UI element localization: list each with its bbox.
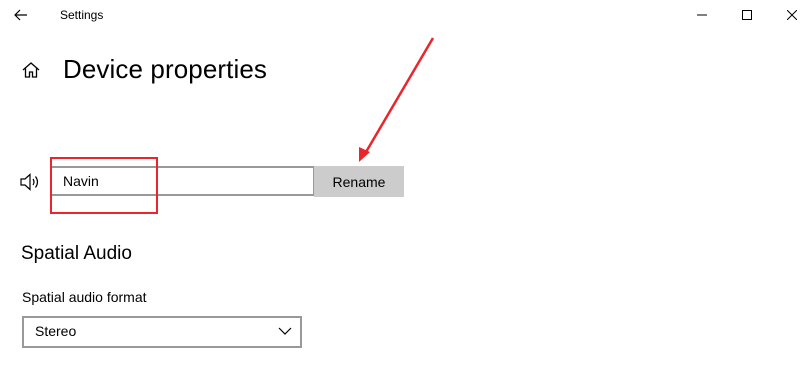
- spatial-audio-format-select[interactable]: Stereo: [22, 316, 302, 348]
- speaker-icon: [20, 172, 42, 192]
- maximize-button[interactable]: [724, 0, 770, 29]
- page-title: Device properties: [63, 54, 268, 84]
- rename-button[interactable]: Rename: [314, 166, 404, 197]
- device-name-input[interactable]: [50, 166, 315, 196]
- minimize-icon: [697, 14, 707, 15]
- window-title: Settings: [60, 8, 104, 22]
- back-button[interactable]: [9, 4, 33, 26]
- select-value: Stereo: [35, 323, 77, 339]
- spatial-audio-format-label: Spatial audio format: [22, 289, 147, 305]
- spatial-audio-heading: Spatial Audio: [21, 243, 132, 264]
- close-button[interactable]: [769, 0, 808, 29]
- minimize-button[interactable]: [679, 0, 725, 29]
- settings-window: Settings Device properties Rename: [0, 0, 808, 378]
- home-icon[interactable]: [21, 60, 41, 80]
- maximize-icon: [742, 9, 752, 20]
- back-arrow-icon: [14, 9, 27, 21]
- chevron-down-icon: [278, 327, 292, 335]
- close-icon: [787, 9, 797, 20]
